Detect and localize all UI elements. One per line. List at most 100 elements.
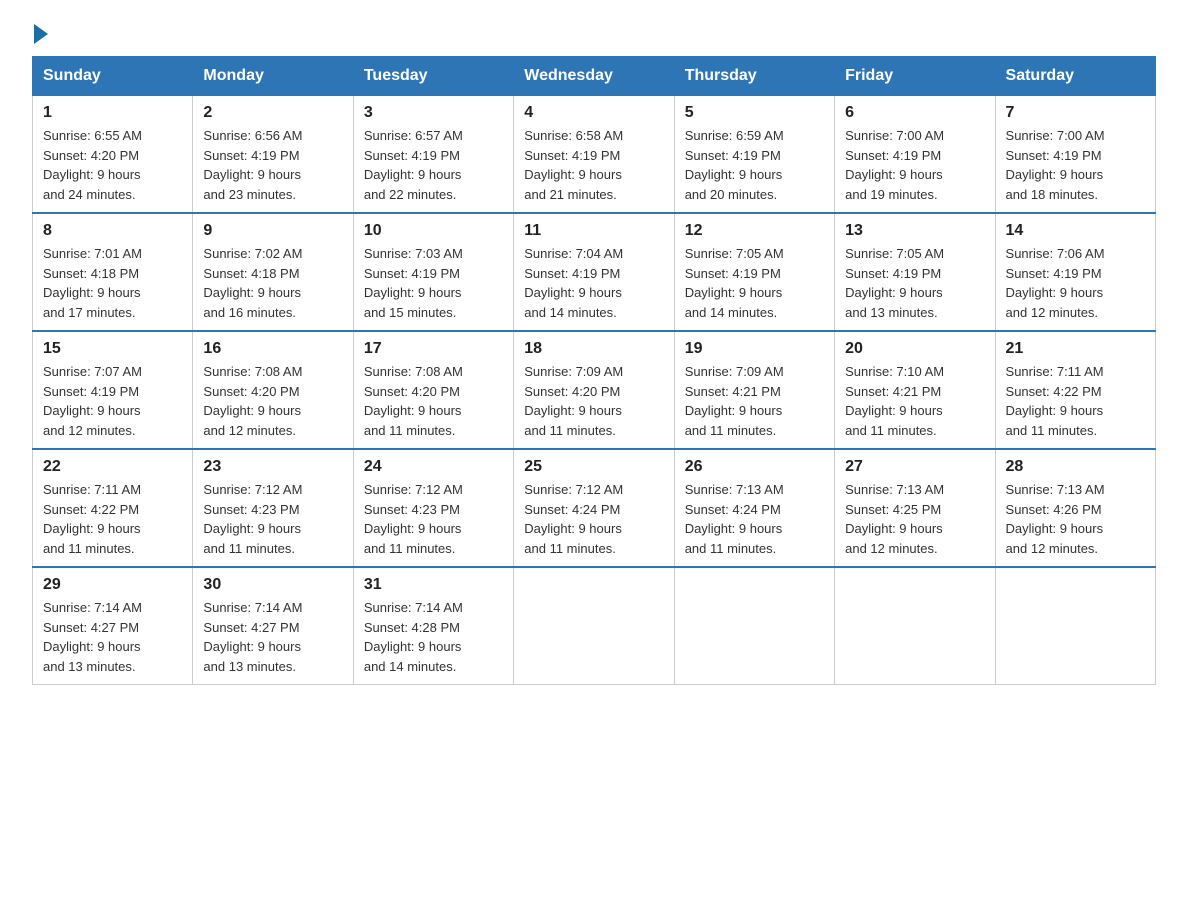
- calendar-week-row: 1 Sunrise: 6:55 AMSunset: 4:20 PMDayligh…: [33, 96, 1156, 214]
- day-number: 1: [43, 104, 182, 122]
- table-row: 22 Sunrise: 7:11 AMSunset: 4:22 PMDaylig…: [33, 449, 193, 567]
- calendar-table: Sunday Monday Tuesday Wednesday Thursday…: [32, 56, 1156, 685]
- day-number: 27: [845, 458, 984, 476]
- day-number: 24: [364, 458, 503, 476]
- day-number: 7: [1006, 104, 1145, 122]
- day-number: 28: [1006, 458, 1145, 476]
- calendar-week-row: 29 Sunrise: 7:14 AMSunset: 4:27 PMDaylig…: [33, 567, 1156, 685]
- day-number: 22: [43, 458, 182, 476]
- logo: [32, 24, 50, 40]
- day-number: 25: [524, 458, 663, 476]
- day-number: 10: [364, 222, 503, 240]
- col-tuesday: Tuesday: [353, 57, 513, 96]
- day-info: Sunrise: 7:05 AMSunset: 4:19 PMDaylight:…: [845, 244, 984, 322]
- day-number: 30: [203, 576, 342, 594]
- table-row: 19 Sunrise: 7:09 AMSunset: 4:21 PMDaylig…: [674, 331, 834, 449]
- day-info: Sunrise: 7:02 AMSunset: 4:18 PMDaylight:…: [203, 244, 342, 322]
- calendar-week-row: 8 Sunrise: 7:01 AMSunset: 4:18 PMDayligh…: [33, 213, 1156, 331]
- day-info: Sunrise: 7:00 AMSunset: 4:19 PMDaylight:…: [845, 126, 984, 204]
- day-number: 16: [203, 340, 342, 358]
- day-number: 23: [203, 458, 342, 476]
- page-header: [32, 24, 1156, 40]
- day-info: Sunrise: 7:10 AMSunset: 4:21 PMDaylight:…: [845, 362, 984, 440]
- table-row: 12 Sunrise: 7:05 AMSunset: 4:19 PMDaylig…: [674, 213, 834, 331]
- col-saturday: Saturday: [995, 57, 1155, 96]
- table-row: 10 Sunrise: 7:03 AMSunset: 4:19 PMDaylig…: [353, 213, 513, 331]
- day-number: 26: [685, 458, 824, 476]
- table-row: 24 Sunrise: 7:12 AMSunset: 4:23 PMDaylig…: [353, 449, 513, 567]
- day-info: Sunrise: 6:58 AMSunset: 4:19 PMDaylight:…: [524, 126, 663, 204]
- table-row: 8 Sunrise: 7:01 AMSunset: 4:18 PMDayligh…: [33, 213, 193, 331]
- day-number: 21: [1006, 340, 1145, 358]
- table-row: 30 Sunrise: 7:14 AMSunset: 4:27 PMDaylig…: [193, 567, 353, 685]
- day-number: 13: [845, 222, 984, 240]
- col-wednesday: Wednesday: [514, 57, 674, 96]
- day-info: Sunrise: 6:57 AMSunset: 4:19 PMDaylight:…: [364, 126, 503, 204]
- day-number: 31: [364, 576, 503, 594]
- table-row: 5 Sunrise: 6:59 AMSunset: 4:19 PMDayligh…: [674, 96, 834, 214]
- day-info: Sunrise: 7:13 AMSunset: 4:25 PMDaylight:…: [845, 480, 984, 558]
- day-number: 20: [845, 340, 984, 358]
- day-info: Sunrise: 7:12 AMSunset: 4:23 PMDaylight:…: [364, 480, 503, 558]
- day-info: Sunrise: 7:07 AMSunset: 4:19 PMDaylight:…: [43, 362, 182, 440]
- table-row: 17 Sunrise: 7:08 AMSunset: 4:20 PMDaylig…: [353, 331, 513, 449]
- table-row: 4 Sunrise: 6:58 AMSunset: 4:19 PMDayligh…: [514, 96, 674, 214]
- day-info: Sunrise: 7:13 AMSunset: 4:24 PMDaylight:…: [685, 480, 824, 558]
- table-row: 27 Sunrise: 7:13 AMSunset: 4:25 PMDaylig…: [835, 449, 995, 567]
- table-row: 6 Sunrise: 7:00 AMSunset: 4:19 PMDayligh…: [835, 96, 995, 214]
- day-info: Sunrise: 7:01 AMSunset: 4:18 PMDaylight:…: [43, 244, 182, 322]
- day-info: Sunrise: 6:55 AMSunset: 4:20 PMDaylight:…: [43, 126, 182, 204]
- table-row: [674, 567, 834, 685]
- day-info: Sunrise: 7:09 AMSunset: 4:20 PMDaylight:…: [524, 362, 663, 440]
- table-row: 25 Sunrise: 7:12 AMSunset: 4:24 PMDaylig…: [514, 449, 674, 567]
- calendar-week-row: 15 Sunrise: 7:07 AMSunset: 4:19 PMDaylig…: [33, 331, 1156, 449]
- table-row: 3 Sunrise: 6:57 AMSunset: 4:19 PMDayligh…: [353, 96, 513, 214]
- day-info: Sunrise: 7:12 AMSunset: 4:24 PMDaylight:…: [524, 480, 663, 558]
- day-info: Sunrise: 7:14 AMSunset: 4:27 PMDaylight:…: [43, 598, 182, 676]
- table-row: 1 Sunrise: 6:55 AMSunset: 4:20 PMDayligh…: [33, 96, 193, 214]
- day-info: Sunrise: 7:08 AMSunset: 4:20 PMDaylight:…: [364, 362, 503, 440]
- table-row: 7 Sunrise: 7:00 AMSunset: 4:19 PMDayligh…: [995, 96, 1155, 214]
- day-number: 17: [364, 340, 503, 358]
- day-number: 15: [43, 340, 182, 358]
- calendar-week-row: 22 Sunrise: 7:11 AMSunset: 4:22 PMDaylig…: [33, 449, 1156, 567]
- table-row: [514, 567, 674, 685]
- day-info: Sunrise: 7:04 AMSunset: 4:19 PMDaylight:…: [524, 244, 663, 322]
- table-row: 20 Sunrise: 7:10 AMSunset: 4:21 PMDaylig…: [835, 331, 995, 449]
- table-row: 18 Sunrise: 7:09 AMSunset: 4:20 PMDaylig…: [514, 331, 674, 449]
- col-sunday: Sunday: [33, 57, 193, 96]
- table-row: 28 Sunrise: 7:13 AMSunset: 4:26 PMDaylig…: [995, 449, 1155, 567]
- table-row: 15 Sunrise: 7:07 AMSunset: 4:19 PMDaylig…: [33, 331, 193, 449]
- day-info: Sunrise: 7:00 AMSunset: 4:19 PMDaylight:…: [1006, 126, 1145, 204]
- day-info: Sunrise: 7:06 AMSunset: 4:19 PMDaylight:…: [1006, 244, 1145, 322]
- day-number: 3: [364, 104, 503, 122]
- table-row: 11 Sunrise: 7:04 AMSunset: 4:19 PMDaylig…: [514, 213, 674, 331]
- day-number: 8: [43, 222, 182, 240]
- day-info: Sunrise: 7:03 AMSunset: 4:19 PMDaylight:…: [364, 244, 503, 322]
- day-info: Sunrise: 6:56 AMSunset: 4:19 PMDaylight:…: [203, 126, 342, 204]
- calendar-header-row: Sunday Monday Tuesday Wednesday Thursday…: [33, 57, 1156, 96]
- table-row: 9 Sunrise: 7:02 AMSunset: 4:18 PMDayligh…: [193, 213, 353, 331]
- table-row: 31 Sunrise: 7:14 AMSunset: 4:28 PMDaylig…: [353, 567, 513, 685]
- logo-arrow-icon: [34, 24, 48, 44]
- day-info: Sunrise: 7:05 AMSunset: 4:19 PMDaylight:…: [685, 244, 824, 322]
- day-number: 11: [524, 222, 663, 240]
- table-row: 13 Sunrise: 7:05 AMSunset: 4:19 PMDaylig…: [835, 213, 995, 331]
- day-info: Sunrise: 7:12 AMSunset: 4:23 PMDaylight:…: [203, 480, 342, 558]
- day-number: 5: [685, 104, 824, 122]
- day-number: 29: [43, 576, 182, 594]
- table-row: 26 Sunrise: 7:13 AMSunset: 4:24 PMDaylig…: [674, 449, 834, 567]
- table-row: [995, 567, 1155, 685]
- table-row: 23 Sunrise: 7:12 AMSunset: 4:23 PMDaylig…: [193, 449, 353, 567]
- day-number: 9: [203, 222, 342, 240]
- table-row: 14 Sunrise: 7:06 AMSunset: 4:19 PMDaylig…: [995, 213, 1155, 331]
- day-number: 18: [524, 340, 663, 358]
- day-number: 2: [203, 104, 342, 122]
- day-number: 19: [685, 340, 824, 358]
- day-number: 6: [845, 104, 984, 122]
- day-info: Sunrise: 7:08 AMSunset: 4:20 PMDaylight:…: [203, 362, 342, 440]
- day-info: Sunrise: 7:13 AMSunset: 4:26 PMDaylight:…: [1006, 480, 1145, 558]
- day-info: Sunrise: 7:09 AMSunset: 4:21 PMDaylight:…: [685, 362, 824, 440]
- col-friday: Friday: [835, 57, 995, 96]
- day-number: 14: [1006, 222, 1145, 240]
